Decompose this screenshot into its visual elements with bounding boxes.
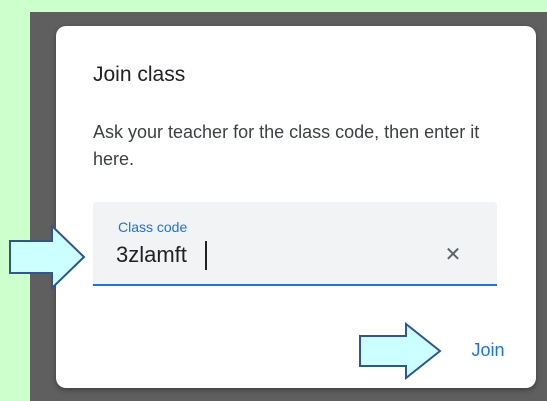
annotation-arrow-icon xyxy=(359,322,442,380)
join-button[interactable]: Join xyxy=(456,332,520,368)
annotation-arrow-icon xyxy=(9,224,86,290)
text-cursor xyxy=(205,241,207,270)
join-class-dialog: Join class Ask your teacher for the clas… xyxy=(56,26,536,388)
class-code-field[interactable]: Class code ✕ xyxy=(93,202,497,286)
dialog-title: Join class xyxy=(93,63,186,86)
class-code-input[interactable] xyxy=(116,238,416,272)
dialog-description: Ask your teacher for the class code, the… xyxy=(93,122,480,169)
close-icon[interactable]: ✕ xyxy=(439,240,467,268)
class-code-label: Class code xyxy=(118,219,188,235)
